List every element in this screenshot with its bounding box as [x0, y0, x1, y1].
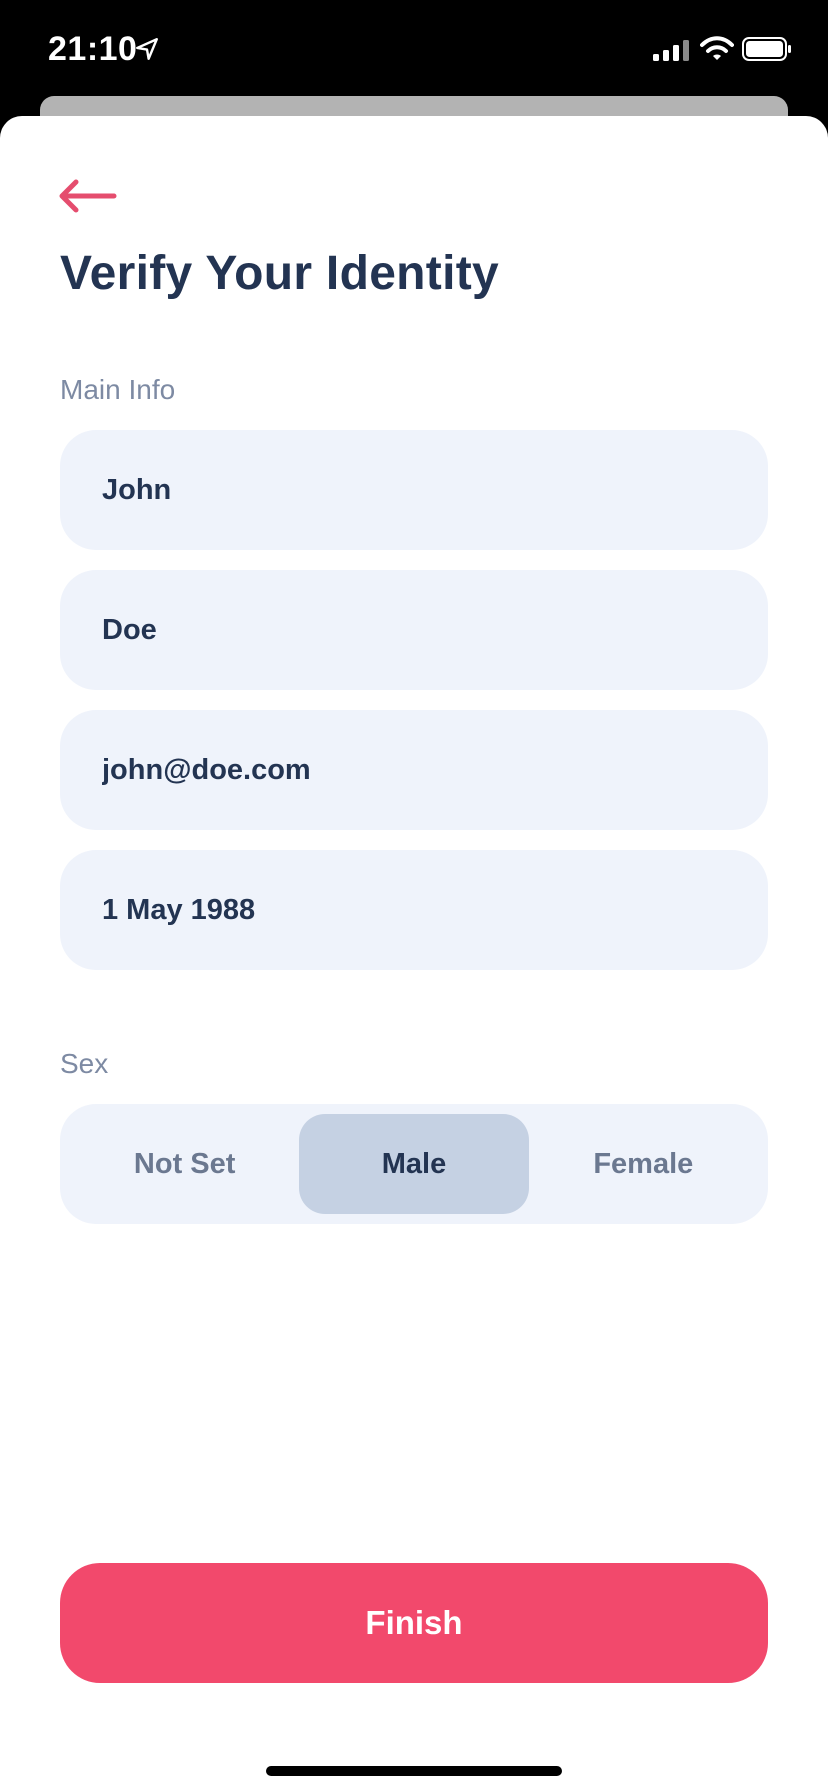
- status-time: 21:10: [48, 30, 138, 68]
- finish-button[interactable]: Finish: [60, 1563, 768, 1683]
- back-button[interactable]: [56, 176, 120, 216]
- battery-icon: [742, 37, 791, 61]
- home-indicator: [266, 1766, 562, 1776]
- arrow-left-icon: [59, 179, 117, 213]
- email-input[interactable]: [100, 752, 728, 788]
- last-name-input[interactable]: [100, 612, 728, 648]
- first-name-field[interactable]: [60, 430, 768, 550]
- birth-date-field[interactable]: [60, 850, 768, 970]
- wifi-icon: [700, 36, 734, 60]
- birth-date-input[interactable]: [100, 892, 728, 928]
- page-title: Verify Your Identity: [60, 247, 500, 300]
- first-name-input[interactable]: [100, 472, 728, 508]
- sex-option-male[interactable]: Male: [299, 1114, 529, 1214]
- email-field[interactable]: [60, 710, 768, 830]
- cellular-signal-icon: [653, 40, 689, 61]
- sex-option-female[interactable]: Female: [529, 1114, 758, 1214]
- screen: 21:10 Verify Your Identity Main Info Joh…: [0, 0, 828, 1792]
- verify-identity-sheet: Verify Your Identity Main Info Sex Not S…: [0, 116, 828, 1792]
- status-bar: 21:10: [0, 0, 828, 100]
- main-info-label: Main Info: [60, 374, 176, 405]
- location-arrow-icon: [136, 38, 158, 60]
- last-name-field[interactable]: [60, 570, 768, 690]
- sex-label: Sex: [60, 1048, 109, 1079]
- sex-segmented-control: Not Set Male Female: [60, 1104, 768, 1224]
- sex-option-not-set[interactable]: Not Set: [70, 1114, 299, 1214]
